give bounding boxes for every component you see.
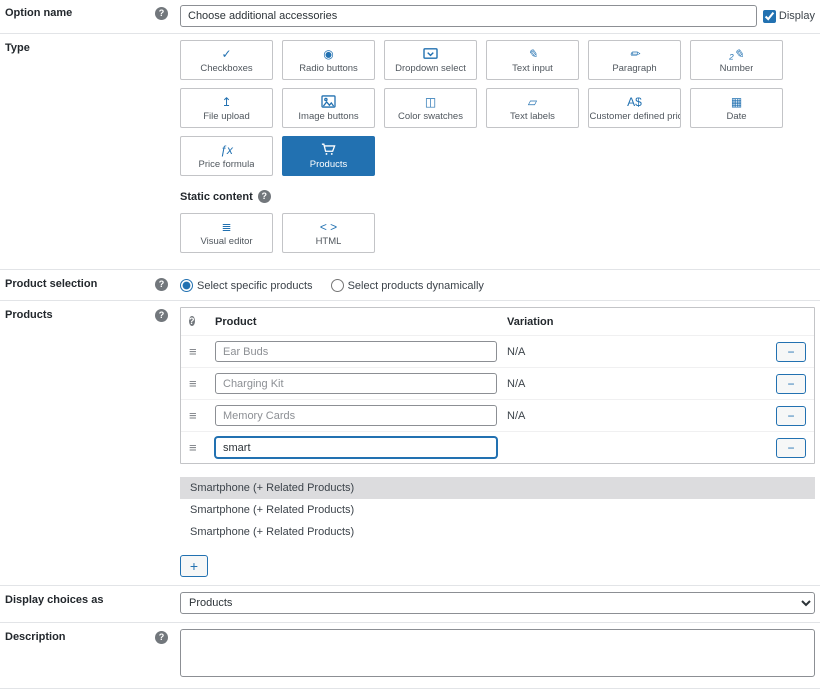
products-section: Products ? ? Product Variation ≡ N/A − ≡… [0, 301, 820, 586]
type-tile-text-input[interactable]: ✎ Text input [486, 40, 579, 80]
products-table-header: ? Product Variation [181, 308, 814, 335]
column-header-variation: Variation [507, 315, 554, 328]
type-tile-paragraph[interactable]: ✏ Paragraph [588, 40, 681, 80]
display-choices-section: Display choices as Products [0, 586, 820, 623]
drag-handle-icon[interactable]: ≡ [189, 376, 197, 391]
file-upload-icon: ↥ [221, 94, 232, 109]
type-tile-image-buttons[interactable]: Image buttons [282, 88, 375, 128]
drag-handle-icon[interactable]: ≡ [189, 408, 197, 423]
radio-select-products-dynamically-input[interactable] [330, 279, 344, 292]
table-row: ≡ − [181, 431, 814, 463]
product-suggestions-list: Smartphone (+ Related Products) Smartpho… [180, 477, 815, 543]
type-tile-radio-buttons[interactable]: ◉ Radio buttons [282, 40, 375, 80]
type-tile-text-labels[interactable]: ▱ Text labels [486, 88, 579, 128]
static-content-label: Static content [180, 190, 253, 203]
products-label: Products [5, 309, 53, 321]
display-choices-label: Display choices as [5, 594, 104, 606]
help-icon[interactable]: ? [155, 278, 168, 291]
help-icon[interactable]: ? [155, 309, 168, 322]
suggestion-item[interactable]: Smartphone (+ Related Products) [180, 521, 815, 543]
type-tile-file-upload[interactable]: ↥ File upload [180, 88, 273, 128]
type-tile-products[interactable]: Products [282, 136, 375, 176]
option-name-section: Option name ? Display [0, 0, 820, 34]
remove-row-button[interactable]: − [776, 405, 806, 426]
paragraph-icon: ✏ [629, 46, 640, 61]
product-input[interactable] [215, 341, 497, 362]
product-selection-label: Product selection [5, 278, 98, 290]
display-choices-select[interactable]: Products [180, 592, 815, 614]
products-table: ? Product Variation ≡ N/A − ≡ N/A − ≡ N [180, 307, 815, 464]
product-input[interactable] [215, 373, 497, 394]
description-label: Description [5, 631, 66, 643]
add-row-button[interactable]: + [180, 555, 208, 577]
type-tile-dropdown-select[interactable]: Dropdown select [384, 40, 477, 80]
remove-row-button[interactable]: − [776, 341, 806, 362]
type-tile-html[interactable]: < > HTML [282, 213, 375, 253]
price-formula-icon: ƒx [220, 142, 233, 157]
cart-icon [321, 143, 336, 157]
table-row: ≡ N/A − [181, 399, 814, 431]
radio-select-products-dynamically[interactable]: Select products dynamically [330, 279, 484, 292]
table-row: ≡ N/A − [181, 367, 814, 399]
color-swatches-icon: ◫ [424, 94, 437, 109]
remove-row-button[interactable]: − [776, 437, 806, 458]
number-icon: ₂✎ [729, 46, 744, 61]
type-section: Type ✓ Checkboxes ◉ Radio buttons Dropdo… [0, 34, 820, 270]
suggestion-item[interactable]: Smartphone (+ Related Products) [180, 477, 815, 499]
visual-editor-icon: ≣ [221, 219, 232, 234]
display-checkbox[interactable] [762, 9, 776, 23]
type-tile-grid: ✓ Checkboxes ◉ Radio buttons Dropdown se… [180, 40, 796, 184]
static-content-tile-grid: ≣ Visual editor < > HTML [180, 213, 796, 261]
help-icon[interactable]: ? [155, 631, 168, 644]
type-tile-date[interactable]: ▦ Date [690, 88, 783, 128]
type-tile-customer-defined-price[interactable]: A$ Customer defined price [588, 88, 681, 128]
text-input-icon: ✎ [527, 46, 538, 61]
customer-defined-price-icon: A$ [627, 94, 642, 109]
table-row: ≡ N/A − [181, 335, 814, 367]
check-icon: ✓ [221, 46, 232, 61]
type-label: Type [5, 42, 30, 54]
option-name-label: Option name [5, 7, 73, 19]
radio-select-specific-products-input[interactable] [180, 279, 193, 292]
option-name-input[interactable] [180, 5, 757, 27]
date-icon: ▦ [730, 94, 743, 109]
help-icon[interactable]: ? [155, 7, 168, 20]
remove-row-button[interactable]: − [776, 373, 806, 394]
dropdown-select-icon [423, 47, 438, 61]
display-checkbox-label: Display [778, 10, 815, 22]
product-selection-section: Product selection ? Select specific prod… [0, 270, 820, 301]
type-tile-price-formula[interactable]: ƒx Price formula [180, 136, 273, 176]
help-icon[interactable]: ? [189, 316, 195, 326]
product-search-input[interactable] [215, 437, 497, 458]
radio-icon: ◉ [323, 46, 334, 61]
type-tile-color-swatches[interactable]: ◫ Color swatches [384, 88, 477, 128]
description-textarea[interactable] [180, 629, 815, 677]
drag-handle-icon[interactable]: ≡ [189, 344, 197, 359]
image-buttons-icon [321, 95, 336, 109]
variation-value: N/A [507, 409, 526, 422]
drag-handle-icon[interactable]: ≡ [189, 440, 197, 455]
column-header-product: Product [215, 315, 257, 328]
variation-value: N/A [507, 345, 526, 358]
html-icon: < > [319, 219, 338, 234]
variation-value: N/A [507, 377, 526, 390]
type-tile-checkboxes[interactable]: ✓ Checkboxes [180, 40, 273, 80]
help-icon[interactable]: ? [257, 190, 271, 203]
text-labels-icon: ▱ [527, 94, 538, 109]
description-section: Description ? [0, 623, 820, 689]
product-input[interactable] [215, 405, 497, 426]
suggestion-item[interactable]: Smartphone (+ Related Products) [180, 499, 815, 521]
type-tile-visual-editor[interactable]: ≣ Visual editor [180, 213, 273, 253]
radio-select-specific-products[interactable]: Select specific products [180, 279, 313, 292]
type-tile-number[interactable]: ₂✎ Number [690, 40, 783, 80]
